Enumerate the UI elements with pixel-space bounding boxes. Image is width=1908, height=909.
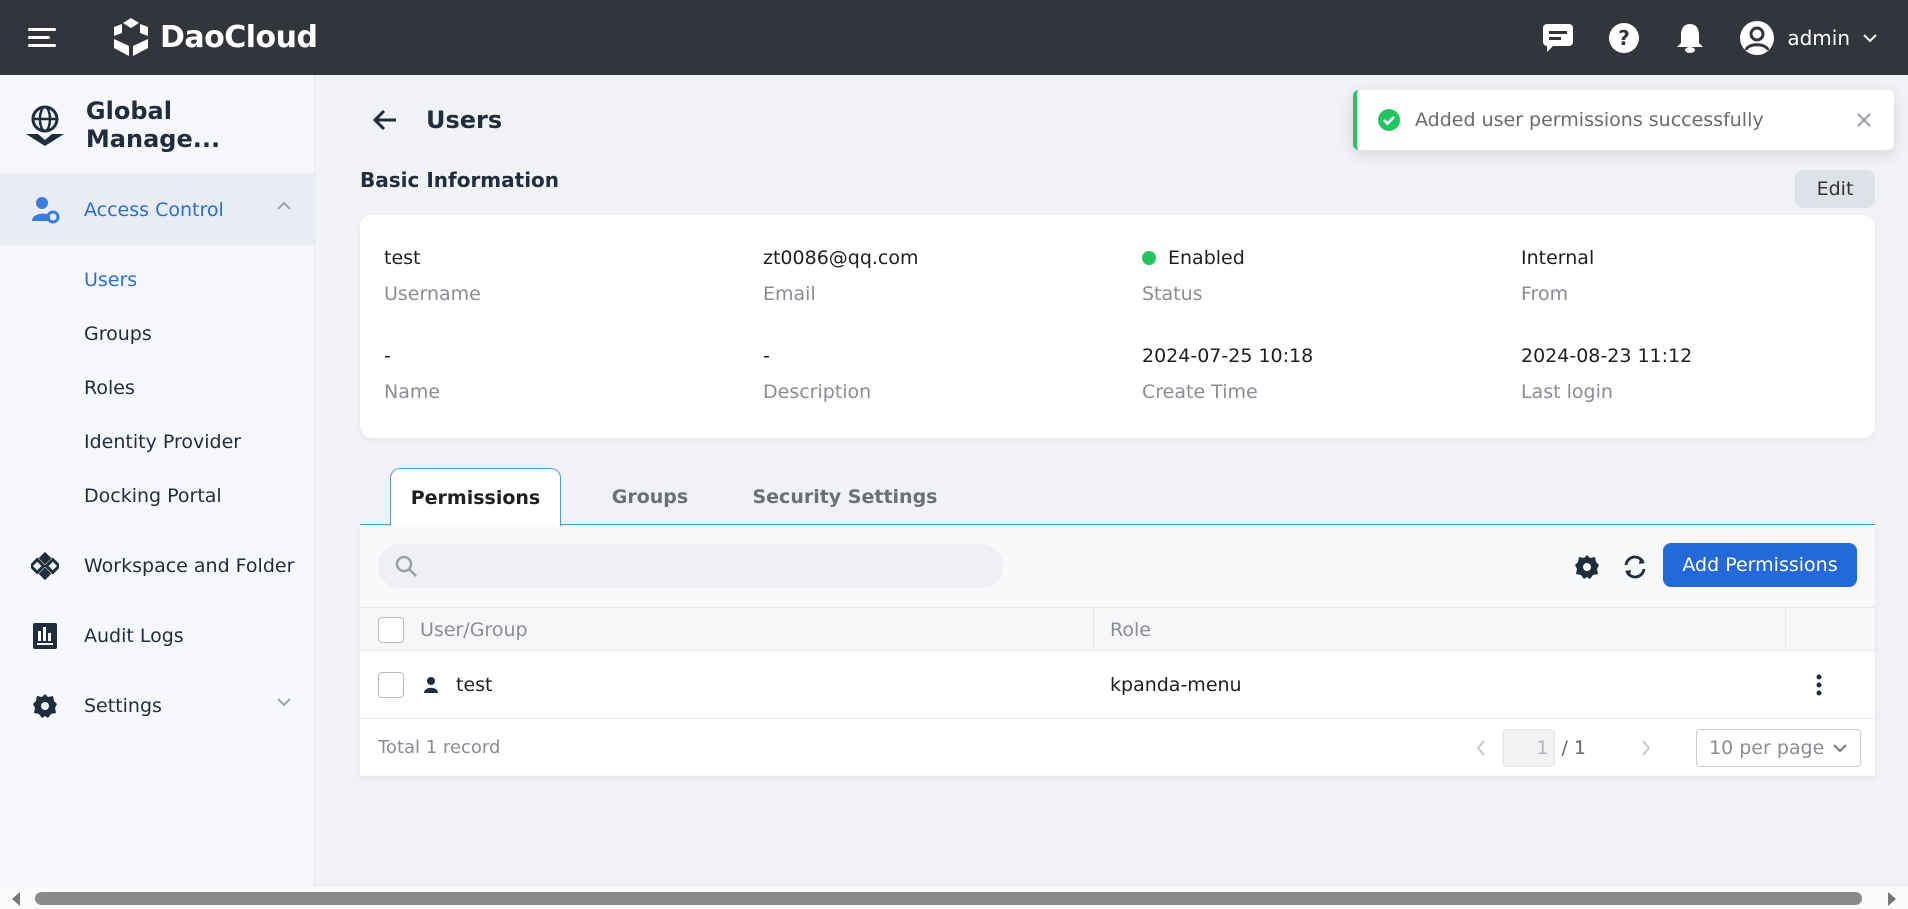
sidebar-subitem-roles[interactable]: Roles bbox=[0, 361, 314, 415]
sidebar-item-label: Settings bbox=[84, 695, 162, 717]
close-icon[interactable] bbox=[1854, 110, 1874, 130]
table-footer: Total 1 record 1 / 1 10 per page bbox=[360, 719, 1875, 775]
permissions-table-panel: Add Permissions User/Group Role test kpa… bbox=[360, 526, 1875, 776]
info-name: - Name bbox=[384, 345, 441, 403]
sidebar-header: Global Manage... bbox=[0, 75, 314, 175]
cell-user-group: test bbox=[456, 674, 493, 696]
cell-role: kpanda-menu bbox=[1110, 674, 1242, 696]
sidebar-item-label: Workspace and Folder bbox=[84, 555, 295, 577]
search-icon bbox=[395, 555, 417, 577]
daocloud-logo-icon bbox=[114, 18, 148, 56]
sidebar-item-workspace-and-folder[interactable]: Workspace and Folder bbox=[0, 531, 314, 601]
success-check-icon bbox=[1378, 109, 1400, 131]
status-badge: Enabled bbox=[1168, 247, 1245, 269]
column-header-user-group[interactable]: User/Group bbox=[420, 608, 528, 651]
basic-info-card: test Username zt0086@qq.com Email Enable… bbox=[360, 215, 1875, 438]
scroll-left-arrow-icon[interactable] bbox=[12, 892, 20, 906]
tab-permissions[interactable]: Permissions bbox=[390, 468, 561, 526]
column-divider bbox=[1093, 608, 1094, 651]
search-input[interactable] bbox=[428, 555, 988, 577]
success-toast: Added user permissions successfully bbox=[1353, 90, 1894, 150]
next-page-icon[interactable] bbox=[1636, 733, 1656, 763]
select-all-checkbox[interactable] bbox=[378, 616, 404, 643]
tab-groups[interactable]: Groups bbox=[580, 468, 720, 525]
sidebar-title: Global Manage... bbox=[85, 96, 221, 153]
status-dot-icon bbox=[1142, 251, 1156, 265]
per-page-select[interactable]: 10 per page bbox=[1696, 729, 1861, 767]
sidebar-item-audit-logs[interactable]: Audit Logs bbox=[0, 601, 314, 671]
search-box bbox=[378, 544, 1003, 588]
sidebar-item-access-control[interactable]: Access Control bbox=[0, 175, 314, 245]
user-gear-icon bbox=[30, 195, 60, 225]
user-menu[interactable]: admin bbox=[1739, 20, 1878, 56]
main-content: Users Basic Information Edit test Userna… bbox=[316, 75, 1908, 887]
row-checkbox[interactable] bbox=[378, 672, 404, 698]
tab-security-settings[interactable]: Security Settings bbox=[740, 468, 950, 525]
tab-bar: Permissions Groups Security Settings bbox=[360, 468, 1875, 526]
prev-page-icon[interactable] bbox=[1471, 733, 1491, 763]
section-title: Basic Information bbox=[360, 168, 560, 192]
back-arrow-icon[interactable] bbox=[370, 105, 400, 135]
info-status: Enabled Status bbox=[1142, 247, 1245, 305]
edit-button[interactable]: Edit bbox=[1795, 170, 1875, 208]
workspace-icon bbox=[30, 551, 60, 581]
table-header: User/Group Role bbox=[360, 607, 1875, 651]
page-title: Users bbox=[426, 106, 503, 134]
gear-icon bbox=[30, 691, 60, 721]
sidebar-subitem-users[interactable]: Users bbox=[0, 253, 314, 307]
page-total: / 1 bbox=[1561, 737, 1586, 759]
top-bar: DaoCloud ? admin bbox=[0, 0, 1908, 75]
column-header-role[interactable]: Role bbox=[1110, 608, 1151, 651]
avatar-icon bbox=[1740, 20, 1775, 55]
sidebar: Global Manage... Access Control Users Gr… bbox=[0, 75, 315, 887]
brand-logo[interactable]: DaoCloud bbox=[110, 16, 318, 58]
horizontal-scrollbar[interactable] bbox=[0, 887, 1908, 909]
add-permissions-button[interactable]: Add Permissions bbox=[1663, 543, 1857, 587]
sidebar-subitem-groups[interactable]: Groups bbox=[0, 307, 314, 361]
help-icon[interactable]: ? bbox=[1607, 21, 1641, 55]
column-settings-gear-icon[interactable] bbox=[1573, 553, 1601, 581]
scroll-right-arrow-icon[interactable] bbox=[1888, 892, 1896, 906]
info-username: test Username bbox=[384, 247, 481, 305]
sidebar-item-label: Access Control bbox=[84, 199, 224, 221]
globe-icon bbox=[25, 105, 64, 146]
info-description: - Description bbox=[763, 345, 872, 403]
menu-toggle-icon[interactable] bbox=[28, 28, 56, 48]
pagination: 1 / 1 10 per page bbox=[1471, 729, 1861, 767]
total-records: Total 1 record bbox=[378, 737, 501, 758]
refresh-icon[interactable] bbox=[1621, 553, 1649, 581]
info-email: zt0086@qq.com Email bbox=[763, 247, 919, 305]
chevron-up-icon bbox=[277, 201, 291, 210]
brand-name: DaoCloud bbox=[160, 19, 318, 55]
chevron-down-icon bbox=[277, 698, 291, 707]
user-name: admin bbox=[1787, 25, 1850, 50]
info-from: Internal From bbox=[1521, 247, 1595, 305]
scrollbar-thumb[interactable] bbox=[35, 892, 1862, 905]
table-row[interactable]: test kpanda-menu bbox=[360, 651, 1875, 719]
svg-text:?: ? bbox=[1619, 26, 1631, 50]
sidebar-item-label: Audit Logs bbox=[84, 625, 184, 647]
audit-chart-icon bbox=[30, 621, 60, 651]
page-number-input[interactable]: 1 bbox=[1503, 729, 1556, 767]
sidebar-subitem-identity-provider[interactable]: Identity Provider bbox=[0, 415, 314, 469]
message-icon[interactable] bbox=[1541, 21, 1575, 55]
toast-message: Added user permissions successfully bbox=[1415, 109, 1764, 131]
row-more-actions-icon[interactable] bbox=[1815, 651, 1823, 719]
info-last-login: 2024-08-23 11:12 Last login bbox=[1521, 345, 1693, 403]
info-create-time: 2024-07-25 10:18 Create Time bbox=[1142, 345, 1314, 403]
chevron-down-icon bbox=[1833, 744, 1847, 753]
user-icon bbox=[424, 677, 438, 693]
column-divider bbox=[1785, 608, 1786, 651]
sidebar-item-settings[interactable]: Settings bbox=[0, 671, 314, 741]
table-toolbar: Add Permissions bbox=[360, 526, 1875, 607]
chevron-down-icon bbox=[1863, 33, 1877, 42]
sidebar-subitem-docking-portal[interactable]: Docking Portal bbox=[0, 469, 314, 523]
notification-bell-icon[interactable] bbox=[1673, 21, 1707, 55]
